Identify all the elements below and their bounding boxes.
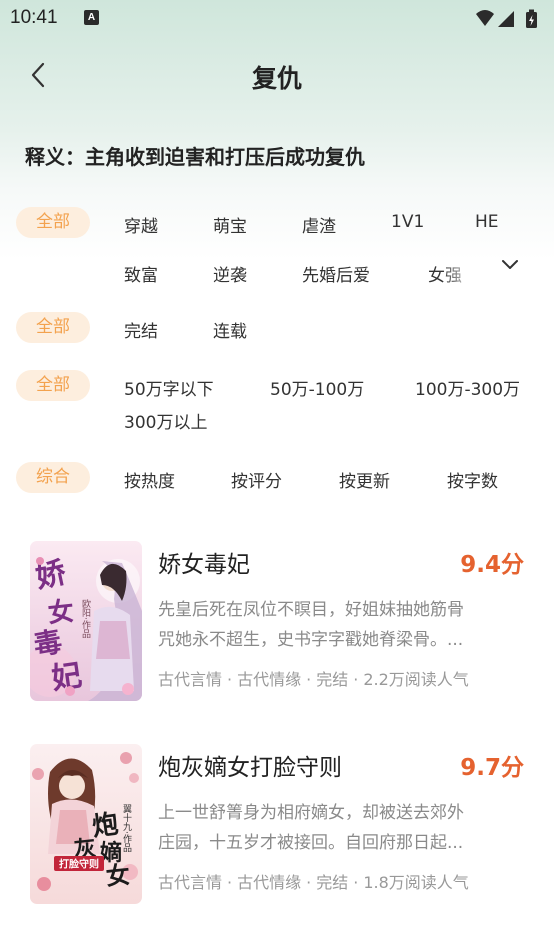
book-description-line: 咒她永不超生，史书字字戳她脊梁骨。... <box>158 630 464 650</box>
book-popularity: 1.8万阅读人气 <box>363 873 469 892</box>
book-title: 娇女毒妃 <box>158 552 250 578</box>
book-card[interactable]: 翼十九·作品 炮 灰 嫡 女 打脸守则 炮灰嫡女打脸守则 9.7分 上一世舒箐身… <box>0 744 554 919</box>
genre-option[interactable]: 致富 <box>124 261 158 286</box>
word-count-option[interactable]: 50万字以下 <box>124 375 214 400</box>
battery-charging-icon <box>526 9 537 28</box>
word-count-option[interactable]: 300万以上 <box>124 408 207 433</box>
sort-option[interactable]: 按评分 <box>231 467 282 492</box>
book-description-line: 上一世舒箐身为相府嫡女，却被送去郊外 <box>158 803 464 823</box>
svg-text:女: 女 <box>46 596 75 630</box>
book-meta: 古代言情 · 古代情缘 · 完结 · 2.2万阅读人气 <box>158 670 469 689</box>
book-score: 9.4分 <box>460 552 524 578</box>
expand-genres-button[interactable] <box>500 257 520 271</box>
status-option[interactable]: 连载 <box>213 317 247 342</box>
book-status: 完结 <box>316 670 349 689</box>
genre-option[interactable]: 先婚后爱 <box>302 261 370 286</box>
status-option[interactable]: 完结 <box>124 317 158 342</box>
book-cover: 翼十九·作品 炮 灰 嫡 女 打脸守则 <box>30 744 142 904</box>
genre-option[interactable]: 女强 <box>428 261 468 286</box>
book-score: 9.7分 <box>460 755 524 781</box>
status-all-pill[interactable]: 全部 <box>16 312 90 343</box>
genre-option[interactable]: 1V1 <box>391 212 424 232</box>
book-description-line: 庄园，十五岁才被接回。自回府那日起... <box>158 833 464 853</box>
book-title: 炮灰嫡女打脸守则 <box>158 755 342 781</box>
navigation-header: 复仇 <box>0 45 554 105</box>
signal-icon <box>498 11 514 27</box>
notification-icon: A <box>84 10 99 25</box>
book-status: 完结 <box>316 873 349 892</box>
book-cover: 欧阳·作品 娇 女 毒 妃 <box>30 541 142 701</box>
word-count-option[interactable]: 50万-100万 <box>270 375 364 400</box>
sort-option[interactable]: 按字数 <box>447 467 498 492</box>
book-description: 上一世舒箐身为相府嫡女，却被送去郊外 庄园，十五岁才被接回。自回府那日起... <box>158 798 520 858</box>
status-time: 10:41 <box>10 7 58 28</box>
chevron-down-icon <box>502 260 518 269</box>
cover-author: 翼十九·作品 <box>121 804 132 853</box>
genre-all-pill[interactable]: 全部 <box>16 207 90 238</box>
book-description-line: 先皇后死在凤位不瞑目，好姐妹抽她筋骨 <box>158 600 464 620</box>
status-icons <box>474 8 542 28</box>
word-count-all-pill[interactable]: 全部 <box>16 370 90 401</box>
book-subcategory: 古代情缘 <box>237 873 302 892</box>
svg-text:毒: 毒 <box>31 625 64 662</box>
page-title: 复仇 <box>251 64 302 93</box>
book-card[interactable]: 欧阳·作品 娇 女 毒 妃 娇女毒妃 9.4分 先皇后死在凤位不瞑目，好姐妹抽她… <box>0 541 554 716</box>
cover-banner: 打脸守则 <box>59 858 99 871</box>
genre-option[interactable]: 穿越 <box>124 212 158 237</box>
book-meta: 古代言情 · 古代情缘 · 完结 · 1.8万阅读人气 <box>158 873 469 892</box>
sort-option[interactable]: 按热度 <box>124 467 175 492</box>
status-bar: 10:41 A <box>0 0 554 38</box>
sort-default-pill[interactable]: 综合 <box>16 462 90 493</box>
genre-option[interactable]: HE <box>475 212 499 232</box>
wifi-icon <box>476 10 494 26</box>
genre-option[interactable]: 逆袭 <box>213 261 247 286</box>
book-popularity: 2.2万阅读人气 <box>363 670 469 689</box>
svg-text:女: 女 <box>104 860 131 891</box>
sort-option[interactable]: 按更新 <box>339 467 390 492</box>
book-description: 先皇后死在凤位不瞑目，好姐妹抽她筋骨 咒她永不超生，史书字字戳她脊梁骨。... <box>158 595 520 655</box>
genre-option[interactable]: 萌宝 <box>213 212 247 237</box>
book-subcategory: 古代情缘 <box>237 670 302 689</box>
word-count-option[interactable]: 100万-300万 <box>415 375 520 400</box>
book-category: 古代言情 <box>158 670 223 689</box>
genre-option[interactable]: 虐渣 <box>302 212 336 237</box>
cover-author: 欧阳·作品 <box>80 598 91 639</box>
tag-definition: 释义：主角收到迫害和打压后成功复仇 <box>25 145 365 169</box>
book-category: 古代言情 <box>158 873 223 892</box>
